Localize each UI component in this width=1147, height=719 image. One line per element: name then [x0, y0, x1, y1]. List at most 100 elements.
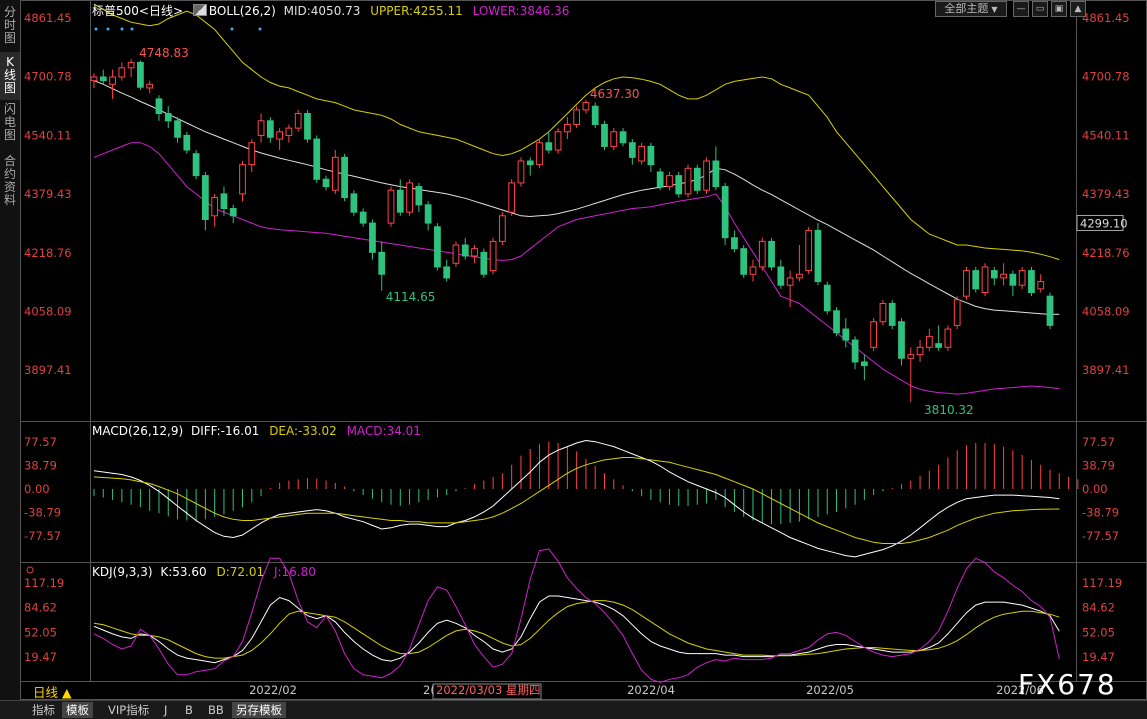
candle-body	[675, 175, 683, 195]
restore-icon[interactable]: ▭	[1032, 1, 1048, 17]
candle	[545, 131, 553, 154]
macd-name: MACD(26,12,9)	[92, 424, 184, 438]
candle	[619, 128, 627, 147]
tab-indicator[interactable]: 指标	[28, 702, 59, 718]
candle	[805, 226, 813, 275]
candle-body	[285, 127, 293, 136]
maximize-icon[interactable]: ▣	[1051, 1, 1067, 17]
price-tick-right: 3897.41	[1082, 363, 1130, 377]
cursor-date-prefix: 2(	[423, 683, 435, 697]
tab-template[interactable]: 模板	[62, 702, 93, 718]
candle	[907, 347, 915, 402]
candle-body	[953, 299, 961, 326]
cursor-date-label: 2022/03/03 星期四	[436, 683, 540, 697]
candle-body	[573, 109, 581, 125]
candle-body	[443, 266, 451, 279]
candle	[573, 106, 581, 129]
candle-body	[146, 83, 154, 89]
kdj-marker-icon	[26, 566, 34, 574]
candle	[341, 153, 348, 202]
candle-body	[118, 67, 126, 78]
candle-body	[582, 102, 590, 111]
theme-dropdown[interactable]: 全部主题 ▼	[935, 1, 1007, 17]
candle-body	[851, 339, 859, 363]
candle-body	[489, 240, 497, 272]
candle-body	[294, 113, 302, 129]
candle	[693, 164, 701, 194]
candle-body	[935, 343, 942, 348]
candle	[675, 171, 683, 198]
kdj-tick-left: 19.47	[24, 650, 57, 664]
candle	[638, 142, 645, 165]
candle	[842, 318, 850, 348]
candle-body	[499, 215, 506, 242]
candle-body	[1028, 270, 1035, 294]
candle	[814, 223, 822, 286]
tab-vip-indicator[interactable]: VIP指标	[104, 702, 153, 718]
candle-body	[656, 171, 664, 188]
candle-body	[1037, 281, 1045, 290]
candle	[944, 325, 952, 351]
candle-body	[517, 160, 525, 184]
candle-body	[981, 266, 989, 294]
tab-bb[interactable]: BB	[204, 702, 228, 718]
price-tick-left: 4218.76	[24, 246, 72, 260]
tab-b[interactable]: B	[181, 702, 197, 718]
macd-tick-left: -77.57	[24, 529, 61, 543]
candle-body	[350, 193, 358, 213]
candle	[860, 354, 868, 381]
candle-body	[628, 142, 636, 158]
candle	[554, 128, 562, 154]
candle	[452, 241, 460, 267]
candle	[137, 60, 144, 90]
tab-j[interactable]: J	[160, 702, 171, 718]
chart-canvas[interactable]: 4861.45 4861.45 4700.78 4700.78 4540.11 4540.…	[0, 0, 1147, 700]
candle	[294, 109, 302, 132]
collapse-icon[interactable]: ▲	[1070, 1, 1086, 17]
candle	[517, 157, 525, 187]
candle	[304, 109, 311, 143]
macd-macd-value: MACD:34.01	[346, 424, 421, 438]
candle	[276, 128, 284, 151]
candle	[489, 237, 497, 275]
candle	[749, 259, 757, 282]
price-tick-right: 4218.76	[1082, 246, 1130, 260]
boll-lower-value: LOWER:3846.36	[472, 4, 570, 18]
candle-body	[239, 164, 246, 195]
candle-body	[526, 160, 534, 166]
candle	[916, 340, 924, 362]
candle	[823, 281, 831, 315]
tab-save-template[interactable]: 另存模板	[232, 702, 286, 718]
candle-body	[796, 273, 803, 279]
date-label: 2022/02	[249, 683, 297, 697]
candle	[406, 179, 413, 216]
candle-body	[183, 134, 191, 151]
candle	[1018, 266, 1026, 289]
kdj-legend: KDJ(9,3,3) K:53.60 D:72.01 J:16.80	[92, 565, 316, 579]
candle-body	[545, 142, 553, 151]
candle	[164, 106, 172, 129]
candle-body	[248, 142, 256, 166]
candle-body	[610, 131, 618, 147]
price-tick-right: 4379.43	[1082, 187, 1130, 201]
candle	[851, 336, 859, 370]
candle-body	[814, 229, 822, 283]
event-dot	[130, 27, 134, 31]
candle	[387, 186, 395, 227]
candle	[461, 237, 469, 260]
candle-body	[508, 182, 516, 213]
candle-body	[211, 197, 219, 217]
macd-dea-value: DEA:-33.02	[269, 424, 337, 438]
symbol-name: 标普500	[92, 4, 139, 18]
macd-tick-right: -38.79	[1082, 506, 1119, 520]
candle-body	[823, 284, 831, 312]
kdj-tick-left: 52.05	[24, 625, 57, 639]
candle-body	[721, 186, 729, 239]
candle-body	[693, 167, 701, 191]
candle-body	[805, 229, 813, 272]
candle	[109, 69, 116, 99]
candle	[888, 299, 896, 330]
candle-body	[266, 120, 274, 138]
minimize-icon[interactable]: —	[1013, 1, 1029, 17]
candle-body	[1018, 270, 1026, 286]
